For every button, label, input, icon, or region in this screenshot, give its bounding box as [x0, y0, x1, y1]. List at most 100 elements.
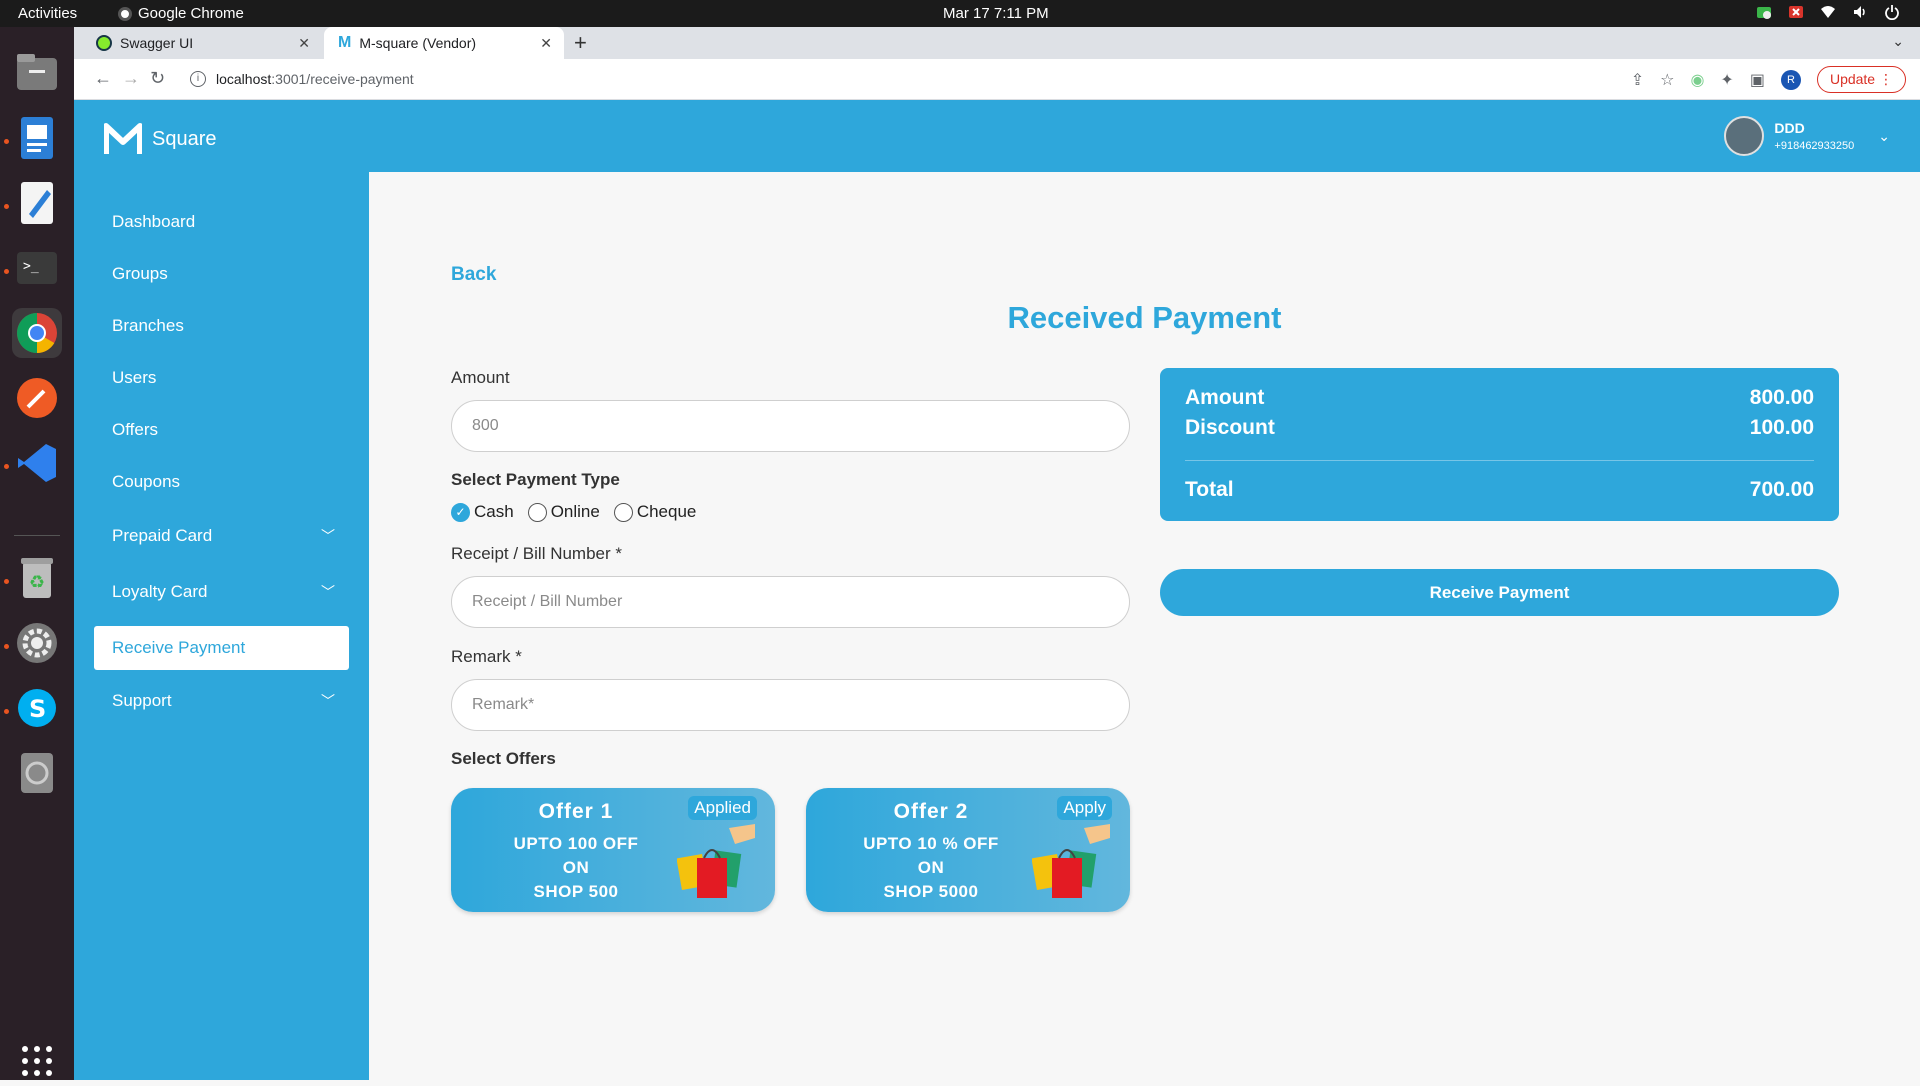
app-grid-icon[interactable] — [12, 1036, 62, 1086]
remark-field-wrapper — [451, 679, 1130, 731]
active-app-name: Google Chrome — [138, 5, 244, 22]
side-panel-icon[interactable]: ▣ — [1750, 70, 1765, 90]
sidebar-item-receive-payment[interactable]: Receive Payment — [94, 626, 349, 670]
tab-msquare[interactable]: M M-square (Vendor) ✕ — [324, 27, 564, 59]
sidebar-item-offers[interactable]: Offers — [94, 408, 349, 452]
radio-cash[interactable]: ✓ Cash — [451, 502, 514, 522]
extension-circle-icon[interactable]: ◉ — [1690, 70, 1704, 90]
vscode-icon[interactable] — [12, 438, 62, 488]
close-tab-icon[interactable]: ✕ — [540, 35, 552, 52]
recording-icon[interactable] — [1788, 4, 1804, 20]
receipt-field-wrapper — [451, 576, 1130, 628]
payment-type-group: ✓ Cash Online Cheque — [451, 502, 696, 522]
main-content: Back Received Payment Amount 800 Select … — [369, 172, 1920, 1080]
receive-payment-button[interactable]: Receive Payment — [1160, 569, 1839, 616]
close-tab-icon[interactable]: ✕ — [298, 35, 310, 52]
sidebar-item-label: Prepaid Card — [112, 526, 213, 545]
bookmark-star-icon[interactable]: ☆ — [1660, 70, 1674, 90]
user-menu[interactable]: DDD +918462933250 ⌄ — [1724, 116, 1890, 156]
sidebar-item-label: Coupons — [112, 472, 181, 491]
ubuntu-dock: >_ ♻ S — [0, 27, 74, 1080]
offer-card[interactable]: Offer 1 UPTO 100 OFF ON SHOP 500 Applied — [451, 788, 775, 912]
sidebar-item-prepaid-card[interactable]: Prepaid Card ﹀ — [94, 514, 349, 558]
chrome-small-icon — [118, 6, 132, 21]
activities-button[interactable]: Activities — [18, 5, 77, 22]
site-info-icon[interactable]: i — [190, 71, 206, 87]
volume-icon[interactable] — [1852, 4, 1868, 20]
amount-label: Amount — [451, 368, 510, 387]
chrome-icon[interactable] — [12, 308, 62, 358]
offer-status-badge[interactable]: Applied — [688, 796, 757, 820]
chevron-down-icon: ﹀ — [321, 528, 335, 544]
remark-input[interactable] — [472, 696, 1097, 714]
app-header: Square DDD +918462933250 ⌄ — [74, 100, 1920, 172]
summary-amount-label: Amount — [1185, 386, 1265, 409]
forward-arrow-icon[interactable]: → — [122, 68, 140, 89]
reload-icon[interactable]: ↻ — [150, 68, 165, 89]
brand-logo[interactable]: Square — [104, 122, 217, 156]
offer-line: ON — [917, 858, 945, 877]
running-indicator — [4, 269, 9, 274]
running-indicator — [4, 644, 9, 649]
offer-line: UPTO 100 OFF — [513, 834, 639, 853]
msquare-favicon-icon: M — [338, 34, 352, 51]
offer-line: SHOP 5000 — [883, 882, 979, 901]
sidebar-item-dashboard[interactable]: Dashboard — [94, 200, 349, 244]
receipt-input[interactable] — [472, 593, 1097, 611]
toolbar-actions: ⇪ ☆ ◉ ✦ ▣ R Update ⋮ — [1631, 66, 1906, 93]
active-app-menu[interactable]: Google Chrome — [118, 5, 244, 22]
sidebar-item-label: Users — [112, 368, 157, 387]
radio-circle-icon — [527, 502, 547, 522]
amount-field[interactable]: 800 — [451, 400, 1130, 452]
sidebar-item-groups[interactable]: Groups — [94, 252, 349, 296]
text-editor-icon[interactable] — [12, 178, 62, 228]
running-indicator — [4, 139, 9, 144]
back-arrow-icon[interactable]: ← — [94, 68, 112, 89]
tab-search-chevron-icon[interactable]: ⌄ — [1892, 33, 1904, 50]
share-icon[interactable]: ⇪ — [1631, 70, 1644, 90]
skype-icon[interactable]: S — [12, 683, 62, 733]
back-link[interactable]: Back — [451, 264, 496, 286]
sidebar-item-coupons[interactable]: Coupons — [94, 460, 349, 504]
m-logo-icon — [104, 123, 142, 154]
sidebar: Dashboard Groups Branches Users Offers C… — [74, 172, 369, 1080]
tab-swagger[interactable]: Swagger UI ✕ — [82, 27, 322, 59]
offer-description: UPTO 100 OFF ON SHOP 500 — [451, 832, 701, 904]
disk-utility-icon[interactable] — [12, 748, 62, 798]
chevron-down-icon[interactable]: ⌄ — [1878, 128, 1890, 145]
power-icon[interactable] — [1884, 4, 1900, 20]
sidebar-item-support[interactable]: Support ﹀ — [94, 679, 349, 723]
radio-cheque[interactable]: Cheque — [613, 502, 696, 522]
chevron-down-icon: ﹀ — [321, 693, 335, 709]
sidebar-item-branches[interactable]: Branches — [94, 304, 349, 348]
update-label: Update — [1829, 71, 1876, 87]
profile-avatar[interactable]: R — [1780, 69, 1801, 90]
trash-icon[interactable]: ♻ — [12, 553, 62, 603]
postman-icon[interactable] — [12, 373, 62, 423]
document-viewer-icon[interactable] — [12, 113, 62, 163]
summary-amount-value: 800.00 — [1749, 386, 1814, 409]
settings-icon[interactable] — [12, 618, 62, 668]
offer-card[interactable]: Offer 2 UPTO 10 % OFF ON SHOP 5000 Apply — [806, 788, 1130, 912]
clock[interactable]: Mar 17 7:11 PM — [943, 5, 1049, 22]
brand-name: Square — [152, 127, 217, 150]
extensions-puzzle-icon[interactable]: ✦ — [1720, 70, 1733, 90]
shopping-bags-icon — [1032, 824, 1110, 898]
sidebar-item-users[interactable]: Users — [94, 356, 349, 400]
url-path: :3001/receive-payment — [271, 71, 414, 87]
radio-label: Cash — [474, 502, 514, 521]
receipt-label: Receipt / Bill Number * — [451, 544, 623, 563]
terminal-icon[interactable]: >_ — [12, 243, 62, 293]
address-bar[interactable]: i localhost:3001/receive-payment — [182, 65, 1482, 93]
radio-online[interactable]: Online — [527, 502, 600, 522]
files-icon[interactable] — [12, 47, 62, 97]
offer-apply-button[interactable]: Apply — [1057, 796, 1112, 820]
update-button[interactable]: Update ⋮ — [1816, 66, 1906, 93]
update-notifier-icon[interactable] — [1756, 4, 1772, 20]
offer-title: Offer 1 — [538, 800, 614, 823]
sidebar-item-loyalty-card[interactable]: Loyalty Card ﹀ — [94, 570, 349, 614]
sidebar-item-label: Dashboard — [112, 212, 196, 231]
system-tray[interactable] — [1756, 4, 1900, 20]
wifi-icon[interactable] — [1820, 4, 1836, 20]
new-tab-icon[interactable]: + — [574, 30, 587, 56]
